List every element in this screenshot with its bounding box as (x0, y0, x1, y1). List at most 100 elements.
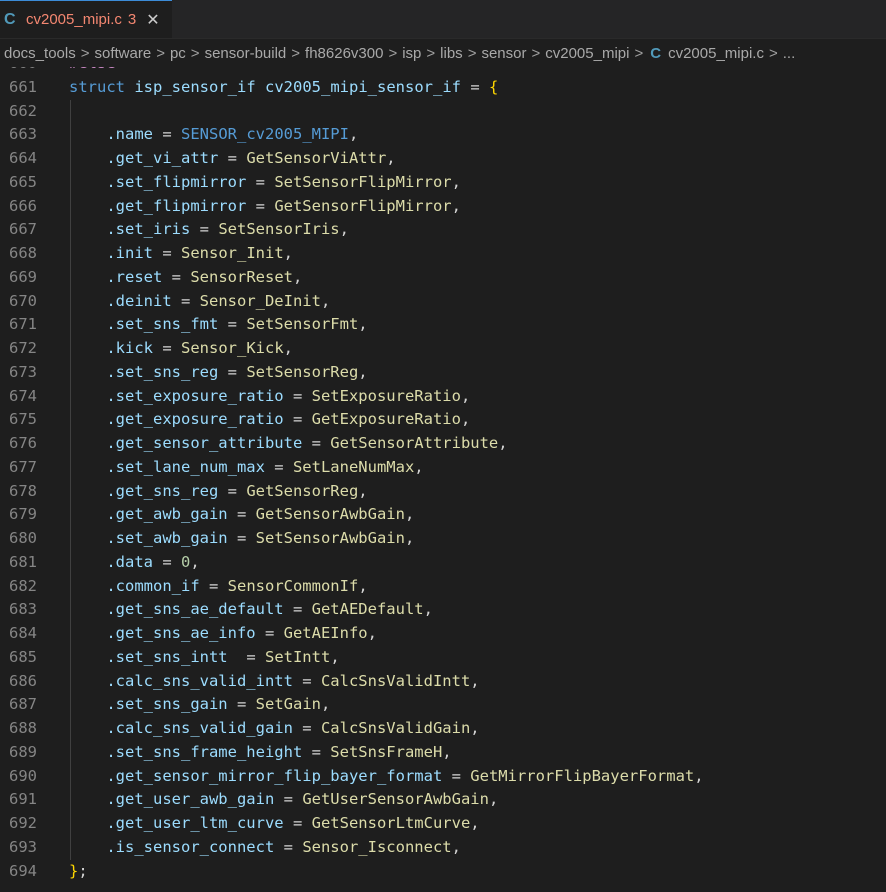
code-line[interactable]: 674 .set_exposure_ratio = SetExposureRat… (0, 384, 886, 409)
code-token: Sensor_Kick (181, 339, 284, 357)
code-token: , (451, 196, 461, 215)
code-line[interactable]: 684 .get_sns_ae_info = GetAEInfo, (0, 622, 886, 646)
code-line[interactable]: 667 .set_iris = SetSensorIris, (0, 218, 886, 242)
code-token: { (488, 77, 499, 96)
code-line[interactable]: 687 .set_sns_gain = SetGain, (0, 693, 886, 717)
code-token: .get_flipmirror (106, 196, 247, 215)
code-token: 0 (181, 552, 191, 571)
code-token: GetUserSensorAwbGain (302, 790, 489, 809)
code-line[interactable]: 686 .calc_sns_valid_intt = CalcSnsValidI… (0, 669, 886, 694)
close-icon[interactable]: ✕ (146, 10, 159, 30)
code-line[interactable]: 680 .set_awb_gain = SetSensorAwbGain, (0, 527, 886, 551)
breadcrumb-file[interactable]: cv2005_mipi.c (668, 45, 764, 62)
line-number: 678 (9, 481, 37, 500)
code-line[interactable]: 690 .get_sensor_mirror_flip_bayer_format… (0, 764, 886, 789)
code-token: GetAEDefault (311, 600, 424, 619)
code-line[interactable]: 682 .common_if = SensorCommonIf, (0, 574, 886, 599)
code-line[interactable]: 683 .get_sns_ae_default = GetAEDefault, (0, 598, 886, 622)
code-line[interactable]: 671 .set_sns_fmt = SetSensorFmt, (0, 313, 886, 337)
breadcrumb-ellipsis[interactable]: ... (783, 45, 796, 62)
code-token: = (190, 220, 219, 239)
code-token: , (423, 600, 433, 619)
code-token: .get_exposure_ratio (106, 410, 284, 429)
code-line[interactable]: 673 .set_sns_reg = SetSensorReg, (0, 360, 886, 385)
line-content: .set_sns_reg = SetSensorReg, (69, 361, 367, 385)
breadcrumb-item[interactable]: cv2005_mipi (545, 45, 629, 62)
code-line[interactable]: 685 .set_sns_intt = SetIntt, (0, 645, 886, 670)
line-content: .set_sns_gain = SetGain, (69, 693, 330, 717)
breadcrumb-item[interactable]: docs_tools (4, 45, 76, 62)
code-token: Sensor_DeInit (199, 291, 321, 310)
line-number: 691 (9, 790, 37, 809)
line-content: .get_sns_reg = GetSensorReg, (69, 480, 367, 504)
line-content: #else (69, 67, 116, 76)
line-number: 685 (9, 647, 37, 666)
code-editor[interactable]: 660 #else 661 struct isp_sensor_if cv2005_m… (0, 67, 886, 892)
code-token: .set_lane_num_max (106, 457, 265, 476)
line-content: .is_sensor_connect = Sensor_Isconnect, (69, 836, 461, 860)
code-line[interactable]: 689 .set_sns_frame_height = SetSnsFrameH… (0, 740, 886, 765)
code-line[interactable]: 672 .kick = Sensor_Kick, (0, 337, 886, 361)
code-line[interactable]: 678 .get_sns_reg = GetSensorReg, (0, 479, 886, 504)
code-line[interactable]: 668 .init = Sensor_Init, (0, 242, 886, 266)
code-token: = (283, 814, 312, 832)
editor-tab[interactable]: C cv2005_mipi.c 3 ✕ (0, 0, 172, 38)
code-token: .kick (106, 339, 153, 357)
breadcrumb-item[interactable]: sensor-build (205, 45, 287, 62)
code-line[interactable]: 679 .get_awb_gain = GetSensorAwbGain, (0, 503, 886, 527)
code-token: = (218, 481, 247, 500)
line-number: 688 (9, 719, 37, 737)
code-line[interactable]: 693 .is_sensor_connect = Sensor_Isconnec… (0, 835, 886, 860)
code-token: Sensor_Isconnect (302, 837, 452, 856)
code-line[interactable]: 692 .get_user_ltm_curve = GetSensorLtmCu… (0, 812, 886, 836)
code-token: .get_sensor_mirror_flip_bayer_format (106, 766, 443, 785)
line-content: .get_sns_ae_info = GetAEInfo, (69, 622, 377, 646)
code-token: .get_user_ltm_curve (106, 814, 284, 832)
chevron-right-icon: > (190, 44, 200, 62)
code-line[interactable]: 669 .reset = SensorReset, (0, 265, 886, 290)
breadcrumb-item[interactable]: software (94, 45, 151, 62)
breadcrumb-item[interactable]: isp (402, 45, 421, 62)
code-line[interactable]: 688 .calc_sns_valid_gain = CalcSnsValidG… (0, 717, 886, 741)
chevron-right-icon: > (467, 44, 477, 62)
code-line[interactable]: 663 .name = SENSOR_cv2005_MIPI, (0, 123, 886, 147)
code-line[interactable]: 676 .get_sensor_attribute = GetSensorAtt… (0, 432, 886, 456)
code-token: = (442, 766, 471, 785)
code-token: , (339, 220, 349, 239)
breadcrumb-item[interactable]: pc (170, 45, 186, 62)
code-line[interactable]: 661 struct isp_sensor_if cv2005_mipi_sens… (0, 76, 886, 100)
code-token: , (283, 244, 293, 262)
code-token: GetSensorViAttr (246, 149, 387, 167)
code-line[interactable]: 691 .get_user_awb_gain = GetUserSensorAw… (0, 788, 886, 812)
code-token: , (488, 790, 499, 809)
code-token: , (470, 719, 480, 737)
breadcrumb-item[interactable]: sensor (481, 45, 526, 62)
code-token: , (694, 766, 704, 785)
code-line[interactable]: 670 .deinit = Sensor_DeInit, (0, 289, 886, 314)
c-file-icon: C (650, 44, 662, 62)
line-number: 681 (9, 552, 37, 571)
line-content: .get_flipmirror = GetSensorFlipMirror, (69, 195, 461, 219)
code-line[interactable]: 664 .get_vi_attr = GetSensorViAttr, (0, 147, 886, 171)
breadcrumb-item[interactable]: fh8626v300 (305, 45, 383, 62)
line-number: 660 (0, 67, 37, 76)
code-line[interactable]: 660 #else (0, 67, 886, 76)
code-line[interactable]: 662 (0, 99, 886, 124)
code-token: SetExposureRatio (311, 386, 461, 405)
code-line[interactable]: 666 .get_flipmirror = GetSensorFlipMirro… (0, 194, 886, 219)
line-number: 689 (9, 742, 37, 761)
code-token: CalcSnsValidIntt (320, 671, 471, 690)
code-line[interactable]: 681 .data = 0, (0, 550, 886, 575)
code-line[interactable]: 665 .set_flipmirror = SetSensorFlipMirro… (0, 170, 886, 195)
line-content: .calc_sns_valid_gain = CalcSnsValidGain, (69, 717, 480, 741)
breadcrumb-item[interactable]: libs (440, 45, 463, 62)
code-line[interactable]: 677 .set_lane_num_max = SetLaneNumMax, (0, 455, 886, 480)
code-line[interactable]: 694}; (0, 860, 886, 884)
code-line[interactable]: 675 .get_exposure_ratio = GetExposureRat… (0, 408, 886, 432)
